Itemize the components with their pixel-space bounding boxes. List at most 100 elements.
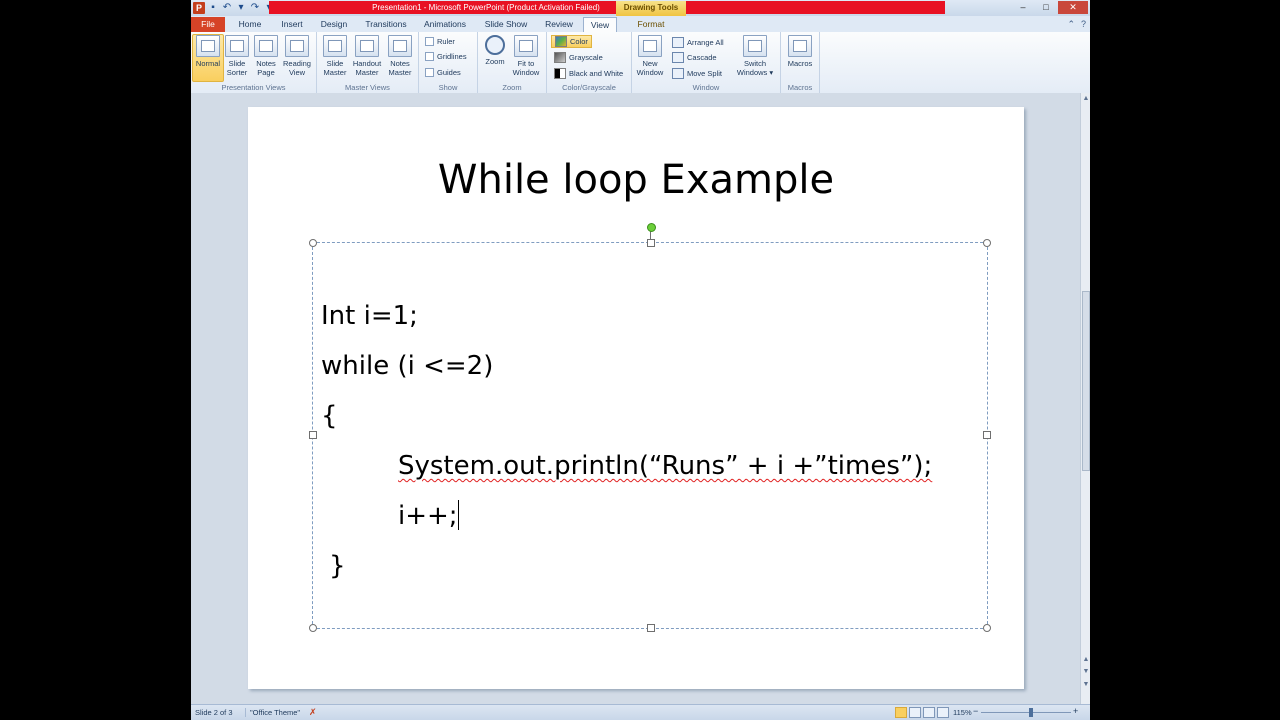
fit-to-window-icon [514,35,538,57]
code-line-1[interactable]: Int i=1; [321,301,418,331]
tab-animations[interactable]: Animations [420,17,470,32]
macros-icon [788,35,812,57]
group-master-views: Slide Master Handout Master Notes Master… [317,32,419,93]
spelling-check-icon[interactable]: ✗ [309,707,317,718]
code-line-3[interactable]: { [321,401,338,431]
resize-handle-top-left[interactable] [309,239,317,247]
minimize-ribbon-icon[interactable]: ⌃ [1067,19,1075,30]
scroll-up-arrow-icon[interactable]: ▲ [1081,95,1090,102]
reading-view-button[interactable]: Reading View [282,35,312,77]
fit-to-window-button[interactable]: Fit to Window [511,35,541,77]
tab-design[interactable]: Design [317,17,351,32]
window-controls: – □ ✕ [1012,1,1088,14]
slide-show-shortcut-icon[interactable] [937,707,949,718]
resize-handle-bottom-left[interactable] [309,624,317,632]
macros-button[interactable]: Macros [785,35,815,68]
normal-view-button[interactable]: Normal [192,34,224,82]
content-textbox[interactable]: Int i=1; while (i <=2) { System.out.prin… [309,223,991,632]
slide-title[interactable]: While loop Example [248,157,1024,203]
maximize-button[interactable]: □ [1035,1,1057,14]
resize-handle-bottom-right[interactable] [983,624,991,632]
code-line-6[interactable]: } [329,551,346,581]
cascade-button[interactable]: Cascade [672,52,717,63]
theme-name: "Office Theme" [245,708,300,717]
code-line-5-wrap[interactable]: i++; [398,500,459,531]
new-window-icon [638,35,662,57]
text-cursor [457,500,459,530]
status-bar: Slide 2 of 3 "Office Theme" ✗ 115% − + [191,704,1090,720]
gridlines-checkbox[interactable]: Gridlines [425,52,467,61]
group-label: Presentation Views [221,83,286,92]
notes-master-button[interactable]: Notes Master [385,35,415,77]
tab-transitions[interactable]: Transitions [361,17,411,32]
checkbox-icon [425,37,434,46]
color-button[interactable]: Color [551,35,592,48]
scroll-down-arrow-icon[interactable]: ▼ [1081,681,1090,688]
ruler-checkbox[interactable]: Ruler [425,37,455,46]
resize-handle-top-right[interactable] [983,239,991,247]
slide-canvas[interactable]: While loop Example Int i=1; while (i <=2… [248,107,1024,689]
normal-view-icon [196,35,220,57]
tab-format[interactable]: Format [631,17,671,32]
guides-checkbox[interactable]: Guides [425,68,461,77]
dropdown-icon[interactable]: ▾ [235,2,247,14]
handout-master-button[interactable]: Handout Master [352,35,382,77]
normal-view-shortcut-icon[interactable] [895,707,907,718]
zoom-in-icon[interactable]: + [1073,706,1078,716]
code-line-5: i++; [398,501,458,531]
scroll-thumb[interactable] [1082,291,1090,471]
slide-sorter-button[interactable]: Slide Sorter [222,35,252,77]
resize-handle-top[interactable] [647,239,655,247]
rotation-handle[interactable] [647,223,656,232]
resize-handle-right[interactable] [983,431,991,439]
notes-page-button[interactable]: Notes Page [251,35,281,77]
code-line-2[interactable]: while (i <=2) [321,351,493,381]
resize-handle-bottom[interactable] [647,624,655,632]
code-line-4[interactable]: System.out.println(“Runs” + i +”times”); [398,451,932,481]
tab-slide-show[interactable]: Slide Show [481,17,531,32]
tab-view[interactable]: View [583,17,617,32]
slide-master-button[interactable]: Slide Master [320,35,350,77]
close-button[interactable]: ✕ [1058,1,1088,14]
tab-insert[interactable]: Insert [275,17,309,32]
move-split-button[interactable]: Move Split [672,68,722,79]
new-window-button[interactable]: New Window [635,35,665,77]
handout-master-icon [355,35,379,57]
zoom-slider-knob[interactable] [1029,708,1033,717]
ribbon-tabs: File Home Insert Design Transitions Anim… [191,16,1090,32]
black-and-white-button[interactable]: Black and White [554,68,623,79]
group-label: Window [692,83,720,92]
next-slide-icon[interactable]: ▼ [1081,668,1090,675]
slide-sorter-shortcut-icon[interactable] [909,707,921,718]
powerpoint-logo-icon[interactable]: P [193,2,205,14]
help-icon[interactable]: ? [1081,19,1086,30]
save-icon[interactable]: ▪ [207,2,219,14]
arrange-all-button[interactable]: Arrange All [672,37,724,48]
arrange-all-icon [672,37,684,48]
grayscale-button[interactable]: Grayscale [554,52,603,63]
slide-count: Slide 2 of 3 [195,708,233,717]
tab-review[interactable]: Review [541,17,577,32]
group-zoom: Zoom Fit to Window Zoom [478,32,547,93]
zoom-slider[interactable]: − + [973,706,1078,717]
tab-home[interactable]: Home [233,17,267,32]
switch-windows-button[interactable]: Switch Windows ▾ [735,35,775,77]
tab-file[interactable]: File [191,17,225,32]
reading-view-shortcut-icon[interactable] [923,707,935,718]
vertical-scrollbar[interactable]: ▲ ▲ ▼ ▼ [1080,93,1090,704]
slide-editing-pane[interactable]: While loop Example Int i=1; while (i <=2… [191,93,1080,704]
drawing-tools-context-label: Drawing Tools [616,1,686,16]
zoom-level[interactable]: 115% [953,708,972,717]
minimize-button[interactable]: – [1012,1,1034,14]
zoom-button[interactable]: Zoom [480,35,510,66]
undo-icon[interactable]: ↶ [221,2,233,14]
previous-slide-icon[interactable]: ▲ [1081,656,1090,663]
zoom-out-icon[interactable]: − [973,706,978,716]
resize-handle-left[interactable] [309,431,317,439]
group-color-grayscale: Color Grayscale Black and White Color/Gr… [547,32,632,93]
ribbon-view: Normal Slide Sorter Notes Page Reading V… [191,32,1090,94]
group-label: Color/Grayscale [562,83,616,92]
ribbon-right-icons: ⌃ ? [1067,19,1086,30]
group-label: Master Views [345,83,390,92]
redo-icon[interactable]: ↷ [249,2,261,14]
